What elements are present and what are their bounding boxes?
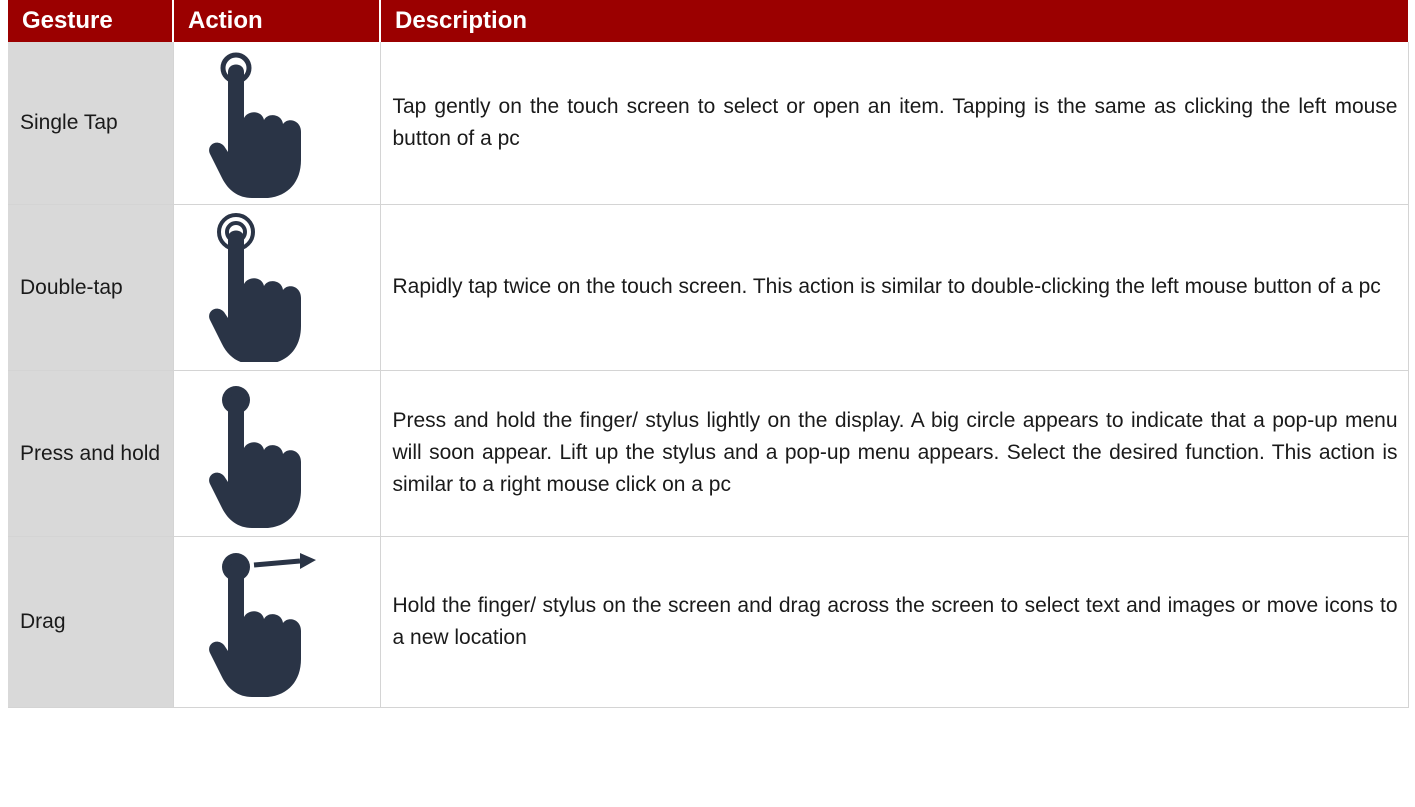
gesture-description: Hold the finger/ stylus on the screen an… — [380, 536, 1409, 708]
single-tap-hand-icon — [208, 52, 301, 198]
drag-hand-icon — [208, 552, 316, 697]
action-cell — [173, 370, 381, 537]
header-description: Description — [380, 0, 1408, 42]
table-row: Drag Hold the finger/ stylus on the scre… — [8, 536, 1409, 708]
gesture-name: Drag — [8, 536, 174, 708]
action-cell — [173, 536, 381, 708]
double-tap-hand-icon — [208, 213, 301, 362]
gesture-table: Gesture Action Description Single Tap Ta… — [8, 0, 1409, 708]
action-cell — [173, 42, 381, 205]
gesture-description: Rapidly tap twice on the touch screen. T… — [380, 204, 1409, 371]
gesture-description: Tap gently on the touch screen to select… — [380, 42, 1409, 205]
gesture-name: Single Tap — [8, 42, 174, 205]
header-gesture: Gesture — [8, 0, 174, 42]
table-row: Press and hold Press and hold the finger… — [8, 370, 1409, 537]
press-hold-hand-icon — [208, 386, 301, 528]
header-action: Action — [173, 0, 381, 42]
table-row: Double-tap Rapidly tap twice on the touc… — [8, 204, 1409, 371]
table-row: Single Tap Tap gently on the touch scree… — [8, 42, 1409, 205]
action-cell — [173, 204, 381, 371]
gesture-name: Double-tap — [8, 204, 174, 371]
gesture-name: Press and hold — [8, 370, 174, 537]
table-header-row: Gesture Action Description — [8, 0, 1408, 42]
gesture-description: Press and hold the finger/ stylus lightl… — [380, 370, 1409, 537]
